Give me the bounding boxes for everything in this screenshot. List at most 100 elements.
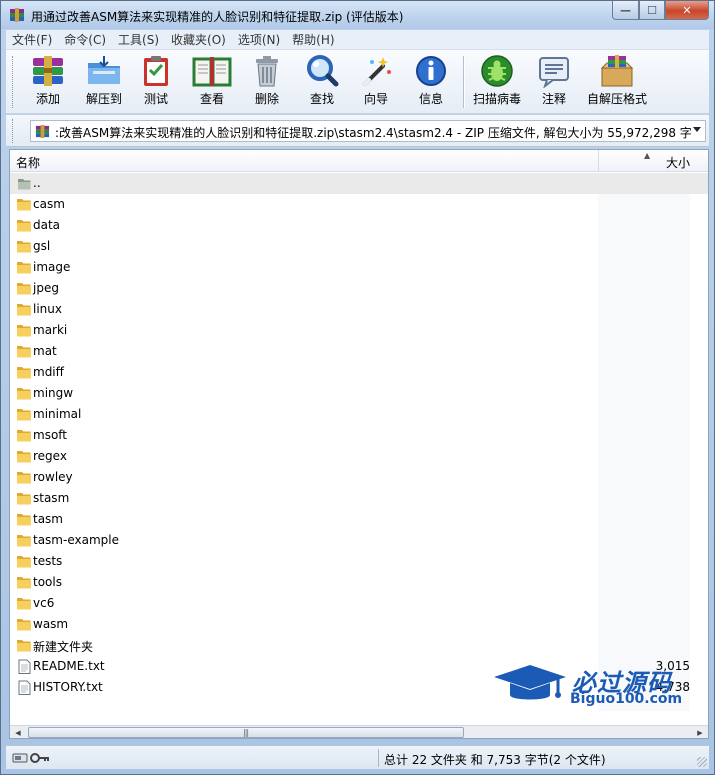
- column-header: 名称 ▲ 大小: [10, 150, 708, 172]
- folder-row[interactable]: casm: [10, 194, 708, 215]
- toolbar-grip[interactable]: [12, 56, 15, 108]
- menu-tools[interactable]: 工具(S): [112, 31, 165, 48]
- sfx-label: 自解压格式: [586, 92, 647, 106]
- folder-icon: [17, 535, 31, 547]
- archive-icon: [35, 124, 50, 139]
- folder-icon: [17, 388, 31, 400]
- address-field[interactable]: :改善ASM算法来实现精准的人脸识别和特征提取.zip\stasm2.4\sta…: [30, 120, 706, 142]
- folder-row[interactable]: marki: [10, 320, 708, 341]
- menu-options[interactable]: 选项(N): [232, 31, 286, 48]
- folder-icon: [17, 598, 31, 610]
- scroll-left-icon[interactable]: ◀: [11, 727, 25, 738]
- file-name: rowley: [33, 470, 73, 484]
- scrollbar-grip-icon: |||: [243, 728, 249, 737]
- folder-row[interactable]: minimal: [10, 404, 708, 425]
- window-title: 用通过改善ASM算法来实现精准的人脸识别和特征提取.zip (评估版本): [31, 10, 404, 24]
- folder-icon: [17, 367, 31, 379]
- folder-icon: [17, 472, 31, 484]
- file-name: msoft: [33, 428, 68, 442]
- folder-row[interactable]: vc6: [10, 593, 708, 614]
- folder-icon: [17, 199, 31, 211]
- folder-row[interactable]: msoft: [10, 425, 708, 446]
- folder-icon: [17, 346, 31, 358]
- info-button[interactable]: 信息: [413, 54, 449, 112]
- virus-scan-bug-icon: [481, 55, 513, 87]
- add-label: 添加: [35, 92, 60, 106]
- title-bar[interactable]: 用通过改善ASM算法来实现精准的人脸识别和特征提取.zip (评估版本) — ☐…: [1, 1, 714, 29]
- column-size-header[interactable]: 大小: [602, 154, 690, 171]
- folder-row[interactable]: jpeg: [10, 278, 708, 299]
- sfx-box-icon: [600, 55, 634, 87]
- file-name: README.txt: [33, 659, 105, 673]
- menu-commands[interactable]: 命令(C): [58, 31, 112, 48]
- folder-row[interactable]: mat: [10, 341, 708, 362]
- scrollbar-thumb[interactable]: |||: [28, 727, 464, 738]
- folder-row[interactable]: gsl: [10, 236, 708, 257]
- folder-icon: [17, 640, 31, 652]
- close-button[interactable]: ✕: [665, 1, 709, 20]
- virus-scan-button[interactable]: 扫描病毒: [469, 54, 525, 112]
- status-drive-key-icon[interactable]: [12, 751, 52, 765]
- test-label: 测试: [143, 92, 168, 106]
- folder-row[interactable]: 新建文件夹: [10, 635, 708, 656]
- file-name: mdiff: [33, 365, 64, 379]
- find-button[interactable]: 查找: [302, 54, 342, 112]
- parent-folder-row[interactable]: ..: [10, 173, 708, 194]
- file-name: wasm: [33, 617, 69, 631]
- minimize-button[interactable]: —: [612, 1, 639, 20]
- menu-favorites[interactable]: 收藏夹(O): [165, 31, 232, 48]
- folder-row[interactable]: tasm: [10, 509, 708, 530]
- folder-row[interactable]: tools: [10, 572, 708, 593]
- view-label: 查看: [199, 92, 224, 106]
- column-name-header[interactable]: 名称: [16, 154, 40, 171]
- folder-row[interactable]: tasm-example: [10, 530, 708, 551]
- folder-row[interactable]: stasm: [10, 488, 708, 509]
- find-label: 查找: [309, 92, 334, 106]
- file-name: tools: [33, 575, 62, 589]
- folder-row[interactable]: tests: [10, 551, 708, 572]
- folder-row[interactable]: data: [10, 215, 708, 236]
- folder-icon: [17, 451, 31, 463]
- winrar-window: 用通过改善ASM算法来实现精准的人脸识别和特征提取.zip (评估版本) — ☐…: [0, 0, 715, 775]
- folder-row[interactable]: wasm: [10, 614, 708, 635]
- wizard-button[interactable]: 向导: [356, 54, 396, 112]
- delete-trash-icon: [256, 56, 278, 87]
- folder-row[interactable]: regex: [10, 446, 708, 467]
- horizontal-scrollbar[interactable]: ◀ ||| ▶: [10, 725, 708, 738]
- comment-icon: [539, 57, 569, 88]
- menu-help[interactable]: 帮助(H): [286, 31, 340, 48]
- virus-scan-label: 扫描病毒: [472, 92, 521, 106]
- address-dropdown-icon[interactable]: [693, 127, 701, 132]
- column-divider[interactable]: [598, 150, 599, 172]
- add-button[interactable]: 添加: [26, 54, 70, 112]
- folder-row[interactable]: mdiff: [10, 362, 708, 383]
- folder-row[interactable]: mingw: [10, 383, 708, 404]
- view-button[interactable]: 查看: [189, 54, 235, 112]
- sfx-button[interactable]: 自解压格式: [584, 54, 650, 112]
- file-name: regex: [33, 449, 67, 463]
- file-name: linux: [33, 302, 62, 316]
- status-divider: [378, 749, 379, 767]
- folder-icon: [17, 304, 31, 316]
- test-button[interactable]: 测试: [136, 54, 176, 112]
- menu-file[interactable]: 文件(F): [6, 31, 58, 48]
- address-bar: :改善ASM算法来实现精准的人脸识别和特征提取.zip\stasm2.4\sta…: [6, 115, 709, 147]
- file-name: image: [33, 260, 71, 274]
- address-bar-grip[interactable]: [12, 119, 15, 143]
- resize-grip[interactable]: [697, 757, 707, 767]
- folder-row[interactable]: rowley: [10, 467, 708, 488]
- folder-icon: [17, 577, 31, 589]
- scroll-right-icon[interactable]: ▶: [693, 727, 707, 738]
- folder-icon: [17, 619, 31, 631]
- file-list: 名称 ▲ 大小 .. casm data gsl image jpeg linux marki…: [9, 149, 709, 739]
- maximize-button[interactable]: ☐: [639, 1, 665, 20]
- folder-row[interactable]: image: [10, 257, 708, 278]
- comment-button[interactable]: 注释: [536, 54, 572, 112]
- delete-button[interactable]: 删除: [248, 54, 286, 112]
- extract-to-button[interactable]: 解压到: [80, 54, 128, 112]
- folder-row[interactable]: linux: [10, 299, 708, 320]
- parent-folder-icon: [18, 179, 31, 190]
- file-name: mingw: [33, 386, 74, 400]
- file-name: mat: [33, 344, 57, 358]
- find-magnifier-icon: [307, 55, 339, 87]
